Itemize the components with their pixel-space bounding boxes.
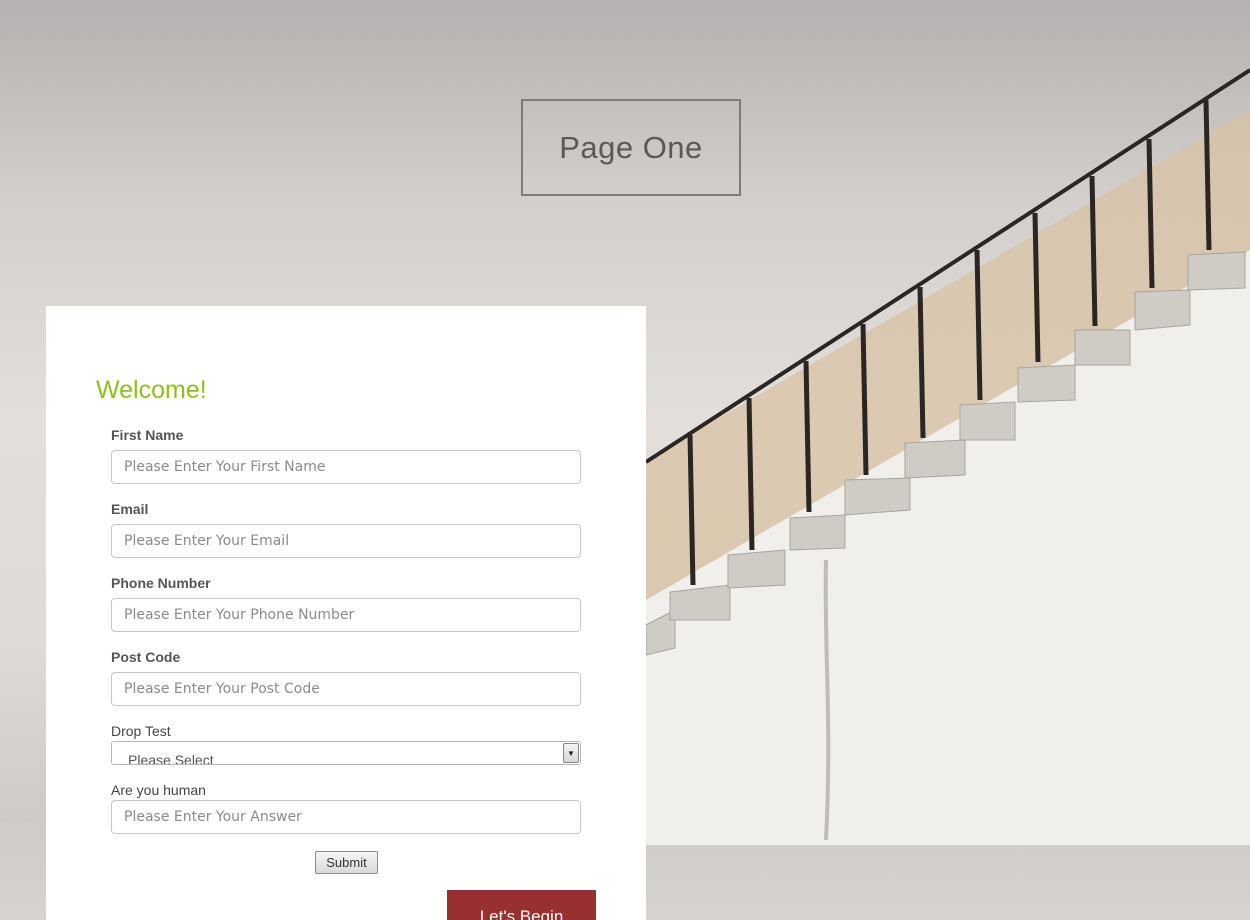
page-title-box: Page One: [521, 99, 741, 196]
signup-form-card: Welcome! First Name Email Phone Number P…: [46, 306, 646, 920]
drop-test-selected-value: Please Select: [128, 752, 214, 765]
human-check-label: Are you human: [111, 782, 206, 798]
human-check-input[interactable]: [111, 800, 581, 834]
email-input[interactable]: [111, 524, 581, 558]
submit-button[interactable]: Submit: [315, 851, 378, 874]
post-code-input[interactable]: [111, 672, 581, 706]
first-name-label: First Name: [111, 427, 184, 443]
drop-test-label: Drop Test: [111, 723, 171, 739]
first-name-input[interactable]: [111, 450, 581, 484]
chevron-down-icon[interactable]: ▼: [563, 743, 579, 763]
phone-number-label: Phone Number: [111, 575, 211, 591]
phone-number-input[interactable]: [111, 598, 581, 632]
drop-test-select[interactable]: Please Select ▼: [111, 741, 581, 765]
welcome-heading: Welcome!: [96, 376, 207, 404]
post-code-label: Post Code: [111, 649, 181, 665]
page-title: Page One: [559, 129, 703, 165]
lets-begin-button[interactable]: Let's Begin: [447, 890, 596, 920]
email-label: Email: [111, 501, 149, 517]
